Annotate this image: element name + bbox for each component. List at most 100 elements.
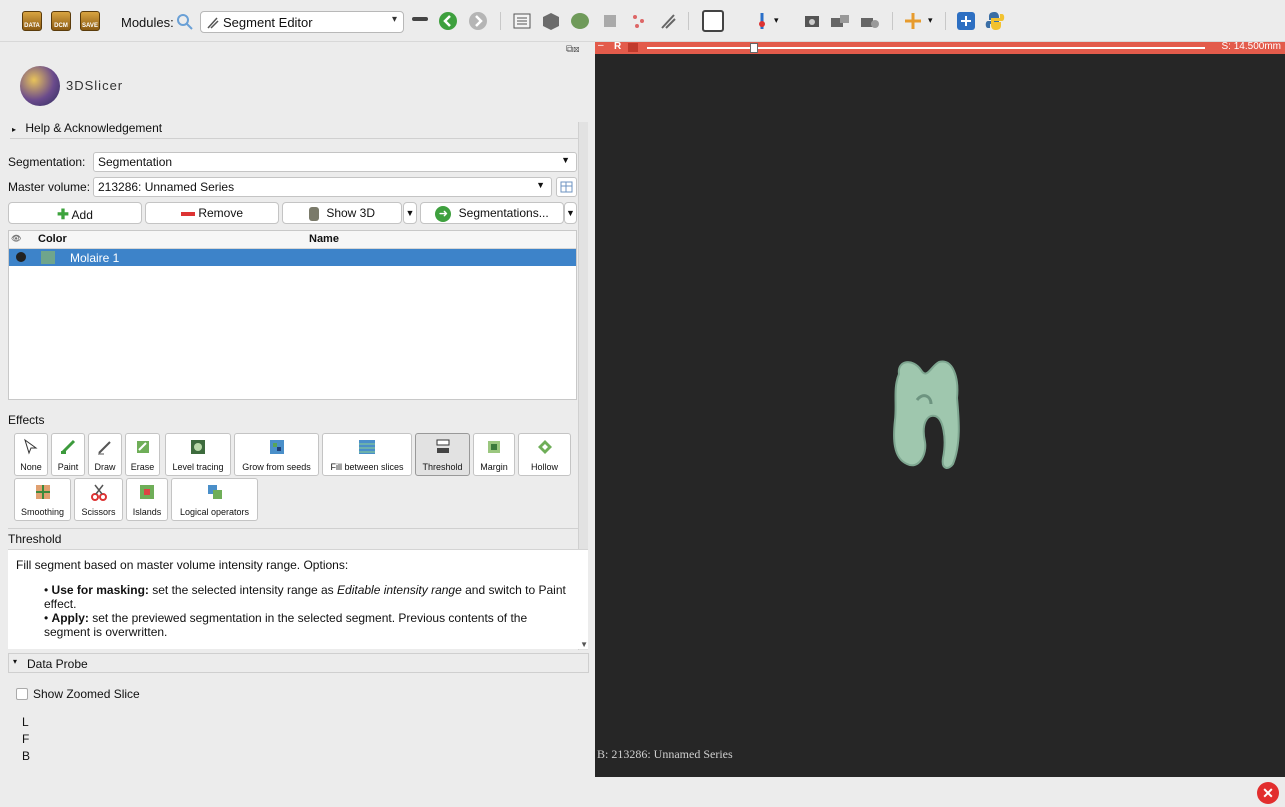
chevron-down-icon: ▼ bbox=[405, 208, 415, 218]
dcm-icon-label: DCM bbox=[54, 23, 68, 29]
remove-segment-button[interactable]: Remove bbox=[145, 202, 279, 224]
volumes-cube-icon[interactable] bbox=[541, 11, 561, 31]
screenshot-icon[interactable] bbox=[803, 12, 821, 30]
show-zoomed-slice-checkbox[interactable] bbox=[16, 688, 28, 700]
help-collapsible[interactable]: ▸ Help & Acknowledgement bbox=[12, 121, 162, 135]
slice-viewer[interactable]: – R S: 14.500mm B: 213286: Unnamed Serie… bbox=[595, 40, 1285, 777]
segmentation-selector[interactable]: Segmentation ▼ bbox=[93, 152, 577, 172]
models-icon[interactable] bbox=[570, 11, 590, 31]
effects-title: Effects bbox=[8, 413, 45, 427]
remove-label: Remove bbox=[198, 206, 244, 220]
effect-label: None bbox=[20, 462, 42, 472]
extensions-icon[interactable] bbox=[956, 11, 976, 31]
scene-view-icon[interactable] bbox=[830, 12, 850, 30]
help-bullet-text: set the previewed segmentation in the se… bbox=[44, 611, 528, 639]
segmentation-value: Segmentation bbox=[98, 155, 173, 169]
segment-name[interactable]: Molaire 1 bbox=[70, 251, 119, 265]
scroll-down-icon[interactable]: ▼ bbox=[580, 640, 588, 649]
toolbar-separator bbox=[500, 12, 501, 30]
crosshair-orientation-icon[interactable] bbox=[752, 11, 772, 31]
effect-label: Threshold bbox=[422, 462, 463, 472]
logical-operators-icon bbox=[207, 485, 222, 499]
back-arrow-icon[interactable] bbox=[438, 11, 458, 31]
effect-scissors-button[interactable]: Scissors bbox=[74, 478, 123, 521]
add-segment-button[interactable]: ✚ Add bbox=[8, 202, 142, 224]
effect-grow-from-seeds-button[interactable]: Grow from seeds bbox=[234, 433, 319, 476]
effect-erase-button[interactable]: Erase bbox=[125, 433, 160, 476]
slice-slider-handle[interactable] bbox=[750, 43, 758, 53]
show-3d-dropdown[interactable]: ▼ bbox=[403, 202, 417, 224]
segment-editor-tool-icon[interactable] bbox=[659, 12, 677, 30]
slice-offset-slider[interactable] bbox=[647, 47, 1205, 49]
chevron-down-icon[interactable]: ▾ bbox=[928, 15, 933, 26]
effect-threshold-button[interactable]: Threshold bbox=[415, 433, 470, 476]
effect-label: Erase bbox=[130, 462, 155, 472]
islands-icon bbox=[140, 485, 154, 499]
main-toolbar: DATA DCM SAVE Modules: Segment Editor ▾ … bbox=[0, 0, 1285, 42]
effect-label: Islands bbox=[132, 507, 162, 517]
segments-table[interactable]: 👁 Color Name Molaire 1 bbox=[8, 230, 577, 400]
name-column-header[interactable]: Name bbox=[309, 233, 339, 245]
segmentations-button[interactable]: ➜ Segmentations... bbox=[420, 202, 564, 224]
transforms-icon[interactable] bbox=[601, 12, 619, 30]
table-row[interactable]: Molaire 1 bbox=[9, 249, 576, 266]
color-column-header[interactable]: Color bbox=[38, 233, 67, 245]
markups-icon[interactable] bbox=[630, 12, 648, 30]
save-icon[interactable]: SAVE bbox=[80, 11, 100, 31]
toolbar-separator bbox=[892, 12, 893, 30]
effect-level-tracing-button[interactable]: Level tracing bbox=[165, 433, 231, 476]
search-icon[interactable] bbox=[176, 13, 194, 31]
layout-icon[interactable] bbox=[702, 10, 724, 32]
visibility-header-icon[interactable]: 👁 bbox=[11, 234, 21, 243]
python-icon[interactable] bbox=[985, 11, 1005, 31]
effect-none-button[interactable]: None bbox=[14, 433, 48, 476]
segment-color-swatch[interactable] bbox=[41, 251, 55, 264]
effect-fill-between-slices-button[interactable]: Fill between slices bbox=[322, 433, 412, 476]
toolbar-separator bbox=[688, 12, 689, 30]
logo-text: 3DSlicer bbox=[66, 78, 124, 93]
divider bbox=[8, 528, 578, 529]
help-bullet-masking: • Use for masking: set the selected inte… bbox=[44, 583, 566, 611]
dcm-icon[interactable]: DCM bbox=[51, 11, 71, 31]
effect-margin-button[interactable]: Margin bbox=[473, 433, 515, 476]
data-list-icon[interactable] bbox=[513, 12, 531, 30]
link-icon[interactable] bbox=[628, 43, 638, 52]
effect-label: Draw bbox=[94, 462, 116, 472]
data-probe-collapsible[interactable]: ▾ Data Probe bbox=[8, 653, 589, 673]
effect-hollow-button[interactable]: Hollow bbox=[518, 433, 571, 476]
effect-draw-button[interactable]: Draw bbox=[88, 433, 122, 476]
effect-label: Grow from seeds bbox=[242, 462, 311, 472]
chevron-down-icon[interactable]: ▾ bbox=[774, 15, 779, 26]
restore-view-icon[interactable] bbox=[860, 12, 880, 30]
effect-smoothing-button[interactable]: Smoothing bbox=[14, 478, 71, 521]
undock-icon[interactable]: ⧉⊠ bbox=[566, 44, 580, 55]
effect-paint-button[interactable]: Paint bbox=[51, 433, 85, 476]
crosshair-icon[interactable] bbox=[903, 11, 923, 31]
minus-icon bbox=[180, 211, 195, 216]
margin-icon bbox=[488, 441, 500, 453]
show-3d-button[interactable]: Show 3D bbox=[282, 202, 402, 224]
pin-icon[interactable]: – bbox=[598, 40, 604, 51]
segmentations-label: Segmentations... bbox=[458, 206, 549, 221]
effect-islands-button[interactable]: Islands bbox=[126, 478, 168, 521]
eye-icon[interactable] bbox=[16, 252, 26, 262]
module-selector[interactable]: Segment Editor ▾ bbox=[200, 11, 404, 33]
background-volume-label: B: 213286: Unnamed Series bbox=[597, 747, 733, 761]
table-grid-icon bbox=[560, 181, 573, 193]
effect-label: Margin bbox=[480, 462, 508, 472]
volume-options-button[interactable] bbox=[556, 177, 577, 197]
error-log-icon[interactable]: ✕ bbox=[1257, 782, 1279, 804]
segmentations-dropdown[interactable]: ▼ bbox=[564, 202, 577, 224]
show-zoomed-slice-label: Show Zoomed Slice bbox=[33, 687, 140, 701]
effect-logical-operators-button[interactable]: Logical operators bbox=[171, 478, 258, 521]
tooth-3d-icon bbox=[308, 206, 319, 221]
help-bullet-text: set the selected intensity range as bbox=[148, 583, 338, 597]
module-history-icon[interactable] bbox=[412, 17, 428, 21]
forward-arrow-icon[interactable] bbox=[468, 11, 488, 31]
effect-label: Smoothing bbox=[20, 507, 65, 517]
data-icon[interactable]: DATA bbox=[22, 11, 42, 31]
toolbar-separator bbox=[945, 12, 946, 30]
slice-orientation-letter: R bbox=[614, 41, 622, 52]
master-volume-selector[interactable]: 213286: Unnamed Series ▼ bbox=[93, 177, 552, 197]
threshold-icon bbox=[436, 439, 449, 453]
